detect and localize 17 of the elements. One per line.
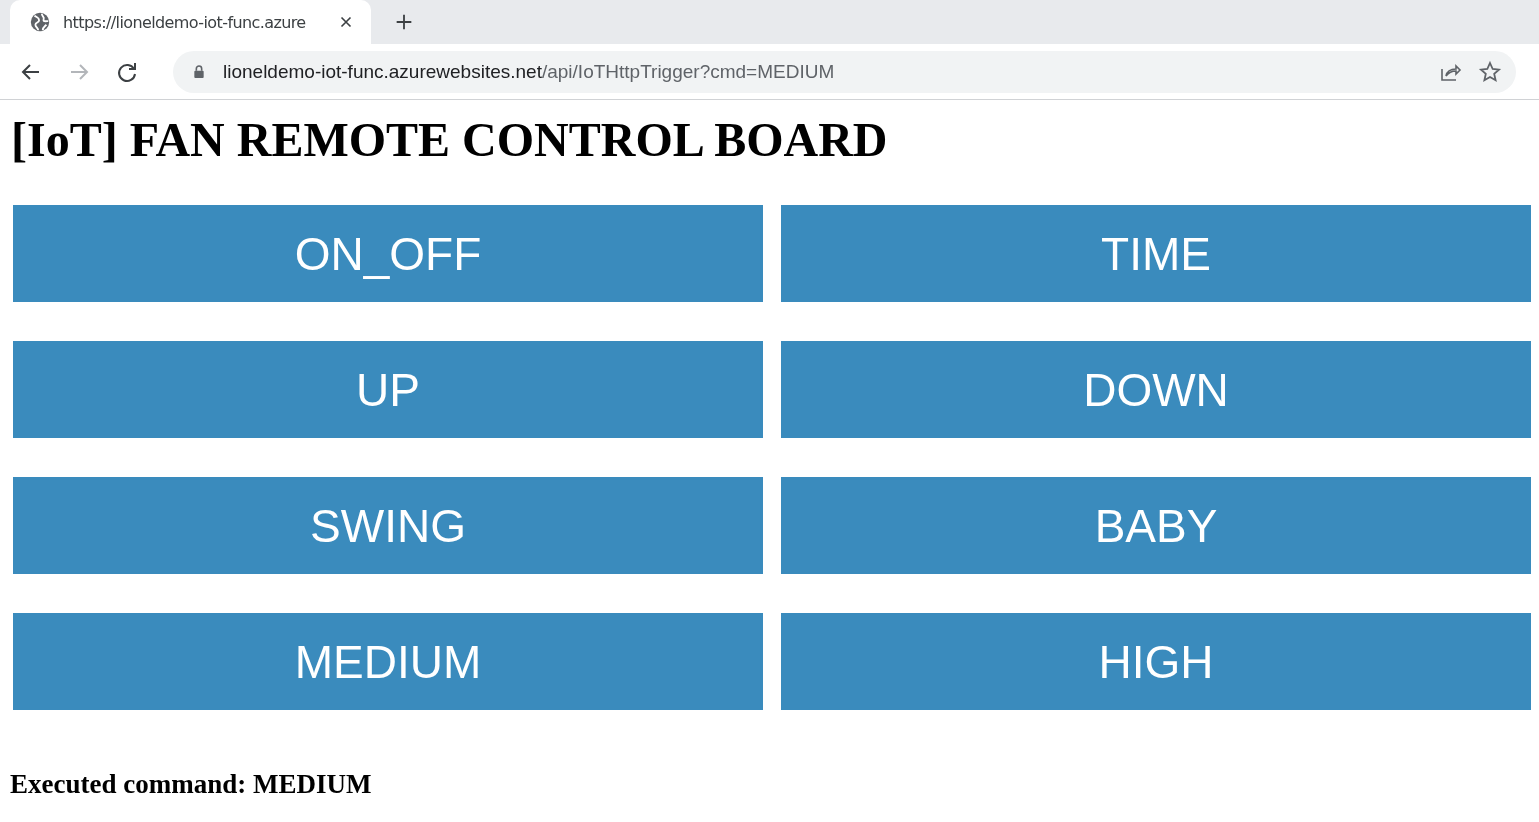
url-text: lioneldemo-iot-func.azurewebsites.net/api/IoTHttpTrigger?cmd=MEDIUM bbox=[223, 60, 835, 83]
address-bar[interactable]: lioneldemo-iot-func.azurewebsites.net/api/IoTHttpTrigger?cmd=MEDIUM bbox=[173, 50, 1516, 93]
command-button[interactable]: MEDIUM bbox=[13, 613, 763, 710]
page-heading: [IoT] FAN REMOTE CONTROL BOARD bbox=[11, 112, 889, 168]
command-button[interactable]: SWING bbox=[13, 477, 763, 574]
command-button[interactable]: ON_OFF bbox=[13, 205, 763, 302]
star-icon[interactable] bbox=[1478, 59, 1502, 84]
browser-tab[interactable]: https://lioneldemo-iot-func.azure bbox=[10, 0, 371, 44]
lock-icon bbox=[191, 63, 207, 80]
globe-icon bbox=[29, 11, 51, 33]
command-button[interactable]: DOWN bbox=[781, 341, 1531, 438]
tab-title: https://lioneldemo-iot-func.azure bbox=[63, 12, 307, 32]
command-button[interactable]: HIGH bbox=[781, 613, 1531, 710]
command-button[interactable]: UP bbox=[13, 341, 763, 438]
command-button[interactable]: BABY bbox=[781, 477, 1531, 574]
command-button[interactable]: TIME bbox=[781, 205, 1531, 302]
result-text: Executed command: MEDIUM bbox=[10, 769, 373, 800]
